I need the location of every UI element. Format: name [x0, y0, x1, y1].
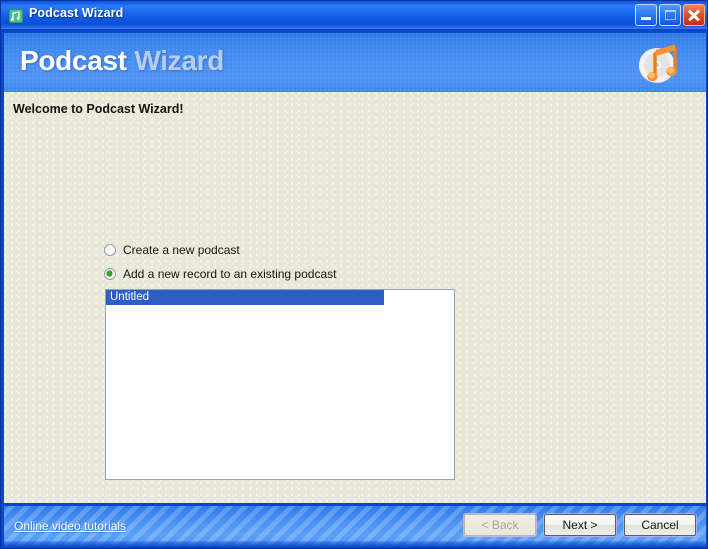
list-item[interactable]: Untitled [106, 290, 384, 305]
header-banner: Podcast Wizard [4, 31, 706, 92]
podcast-app-icon [8, 8, 24, 24]
wizard-button-row: < Back Next > Cancel [464, 514, 696, 536]
wizard-footer: Online video tutorials < Back Next > Can… [4, 503, 706, 547]
cd-music-note-logo [634, 39, 684, 89]
radio-label-add-to-existing: Add a new record to an existing podcast [123, 267, 337, 281]
radio-label-create-new-podcast: Create a new podcast [123, 243, 240, 257]
minimize-icon[interactable] [635, 4, 657, 26]
radio-icon-unchecked [104, 244, 116, 256]
maximize-icon[interactable] [659, 4, 681, 26]
title-bar[interactable]: Podcast Wizard [1, 1, 707, 30]
podcast-wizard-window: Podcast Wizard Podcast Wizard Welcome to… [0, 0, 708, 549]
radio-icon-checked [104, 268, 116, 280]
banner-title-bold: Podcast [20, 45, 127, 76]
close-icon[interactable] [683, 4, 705, 26]
wizard-content-area: Welcome to Podcast Wizard! Create a new … [4, 92, 706, 503]
window-title: Podcast Wizard [29, 6, 124, 20]
next-button[interactable]: Next > [544, 514, 616, 536]
existing-podcast-listbox[interactable]: Untitled [105, 289, 455, 480]
radio-option-create-new-podcast[interactable]: Create a new podcast [104, 243, 240, 257]
radio-option-add-to-existing[interactable]: Add a new record to an existing podcast [104, 267, 336, 281]
banner-title: Podcast Wizard [20, 45, 224, 77]
banner-title-light: Wizard [134, 45, 225, 76]
back-button[interactable]: < Back [464, 514, 536, 536]
cancel-button[interactable]: Cancel [624, 514, 696, 536]
page-title: Welcome to Podcast Wizard! [13, 102, 184, 116]
window-controls [635, 4, 705, 26]
online-video-tutorials-link[interactable]: Online video tutorials [14, 519, 126, 533]
